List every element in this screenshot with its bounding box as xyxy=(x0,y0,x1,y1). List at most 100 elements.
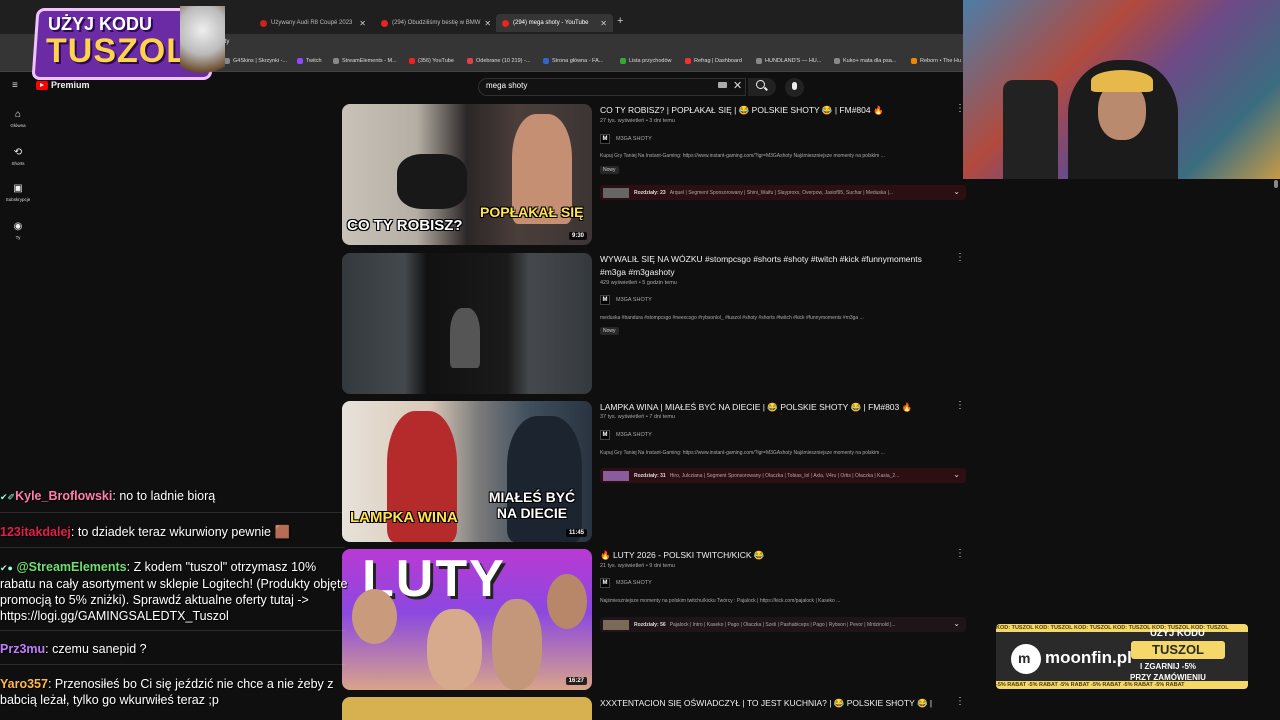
video-title[interactable]: WYWALIŁ SIĘ NA WÓZKU #stompcsgo #shorts … xyxy=(600,253,945,278)
chicken-mascot-icon xyxy=(180,6,225,86)
video-thumbnail[interactable] xyxy=(342,253,592,394)
banner-strip-top: KOD: TUSZOL KOD: TUSZOL KOD: TUSZOL KOD:… xyxy=(996,624,1248,632)
clear-search-icon[interactable]: ✕ xyxy=(733,79,742,92)
thumbnail-text: POPŁAKAŁ SIĘ xyxy=(480,204,584,220)
youtube-favicon xyxy=(502,19,509,27)
chevron-down-icon[interactable]: ⌄ xyxy=(953,187,960,196)
scrollbar-thumb[interactable] xyxy=(1274,180,1278,188)
video-title[interactable]: LAMPKA WINA | MIAŁEŚ BYĆ NA DIECIE | 😂 P… xyxy=(600,401,945,414)
tab-bmw[interactable]: (294) Obudziliśmy bestię w BMW ✕ xyxy=(375,14,493,32)
bookmark-item[interactable]: Lista przychodów xyxy=(620,58,672,64)
chevron-down-icon[interactable]: ⌄ xyxy=(953,470,960,479)
channel-avatar: M xyxy=(600,295,610,305)
chat-username: Prz3mu xyxy=(0,642,46,656)
video-meta: 429 wyświetleń • 5 godzin temu xyxy=(600,280,677,286)
bookmark-icon xyxy=(756,58,762,64)
moonfin-line-1: UŻYJ KODU xyxy=(1150,628,1205,639)
search-value: mega shoty xyxy=(486,81,528,90)
person-figure xyxy=(492,599,542,690)
video-thumbnail[interactable]: LAMPKA WINA MIAŁEŚ BYĆ NA DIECIE 11:45 xyxy=(342,401,592,542)
badge-icon: ✔● xyxy=(0,563,13,573)
close-icon[interactable]: ✕ xyxy=(484,19,491,28)
sidebar-item-shorts[interactable]: ⟲ Shorts xyxy=(4,148,32,167)
bookmark-item[interactable]: Twitch xyxy=(297,58,322,64)
moonfin-name: moonfin.pl xyxy=(1045,648,1132,667)
youtube-logo[interactable]: Premium xyxy=(36,80,90,90)
person-figure xyxy=(450,308,480,368)
chat-divider xyxy=(0,630,345,631)
channel-avatar: M xyxy=(600,134,610,144)
tab-mega-shoty[interactable]: (294) mega shoty - YouTube ✕ xyxy=(496,14,613,32)
chat-divider xyxy=(0,547,345,548)
chapters-count: Rozdziały: 23 xyxy=(634,189,666,196)
moonfin-code: TUSZOL xyxy=(1131,641,1225,659)
microphone-icon xyxy=(792,82,797,90)
chapters-list: Hiro, Julcziana | Segment Sponsorowany |… xyxy=(669,472,900,479)
home-icon: ⌂ xyxy=(14,109,22,120)
new-tab-icon[interactable]: + xyxy=(617,15,623,27)
bookmark-item[interactable]: HUNDLAND'S — HU... xyxy=(756,58,821,64)
person-figure xyxy=(427,609,482,690)
bookmark-item[interactable]: (356) YouTube xyxy=(409,58,454,64)
video-title[interactable]: 🔥 LUTY 2026 - POLSKI TWITCH/KICK 😂 xyxy=(600,549,945,562)
webcam-feed xyxy=(963,0,1280,179)
chapters-bar[interactable]: Rozdziały: 56 Pajalock | Intro | Kaseko … xyxy=(600,617,966,632)
favicon xyxy=(260,19,267,27)
new-badge: Nowy xyxy=(600,327,619,335)
bookmark-item[interactable]: Reborn • The Hu xyxy=(911,58,961,64)
chapters-count: Rozdziały: 31 xyxy=(634,472,666,479)
menu-icon[interactable]: ≡ xyxy=(12,81,22,91)
bookmark-item[interactable]: Strona główna - FA... xyxy=(543,58,603,64)
video-thumbnail[interactable]: LUTY 16:27 xyxy=(342,549,592,690)
bookmark-item[interactable]: Kuko+ mata dla psa... xyxy=(834,58,896,64)
bookmark-item[interactable]: StreamElements - M... xyxy=(333,58,397,64)
tab-audi[interactable]: Używany Audi R8 Coupé 2023 ✕ xyxy=(254,14,372,32)
video-thumbnail[interactable]: CO TY ROBISZ? POPŁAKAŁ SIĘ 9:30 xyxy=(342,104,592,245)
more-options-icon[interactable]: ⋮ xyxy=(955,253,965,263)
promo-line-2: TUSZOL xyxy=(46,32,188,70)
more-options-icon[interactable]: ⋮ xyxy=(955,549,965,559)
chevron-down-icon[interactable]: ⌄ xyxy=(953,619,960,628)
gaming-chair xyxy=(1003,80,1058,179)
bookmark-icon xyxy=(620,58,626,64)
video-title[interactable]: XXXTENTACION SIĘ OŚWIADCZYŁ | TO JEST KU… xyxy=(600,697,945,710)
close-icon[interactable]: ✕ xyxy=(600,19,607,28)
sidebar-item-home[interactable]: ⌂ Główna xyxy=(4,109,32,129)
badge-icon: ✔✐ xyxy=(0,492,16,502)
you-icon: ◉ xyxy=(13,221,23,232)
channel-link[interactable]: M M3GA SHOTY xyxy=(600,578,652,588)
more-options-icon[interactable]: ⋮ xyxy=(955,697,965,707)
banner-strip-bottom: -5% RABAT -5% RABAT -5% RABAT -5% RABAT … xyxy=(996,681,1248,689)
channel-link[interactable]: M M3GA SHOTY xyxy=(600,134,652,144)
video-title[interactable]: CO TY ROBISZ? | POPŁAKAŁ SIĘ | 😂 POLSKIE… xyxy=(600,104,945,117)
tab-label: Używany Audi R8 Coupé 2023 xyxy=(271,20,353,26)
bookmark-icon xyxy=(834,58,840,64)
chapters-bar[interactable]: Rozdziały: 31 Hiro, Julcziana | Segment … xyxy=(600,468,966,483)
video-meta: 37 tys. wyświetleń • 7 dni temu xyxy=(600,414,675,420)
chapters-list: Pajalock | Intro | Kaseko | Pago | Olacz… xyxy=(669,621,896,628)
video-thumbnail[interactable] xyxy=(342,697,592,720)
chat-text: czemu sanepid ? xyxy=(52,642,147,656)
bookmark-icon xyxy=(911,58,917,64)
chat-message: ✔✐Kyle_Broflowski: no to ladnie biorą xyxy=(0,489,216,503)
bookmark-item[interactable]: G4Skins | Skrzynki -... xyxy=(224,58,287,64)
bookmark-item[interactable]: Odebrane (10 219) -... xyxy=(467,58,530,64)
youtube-icon xyxy=(409,58,415,64)
chat-message: ✔● @StreamElements: Z kodem "tuszol" otr… xyxy=(0,560,348,623)
chat-username: 123itakdalej xyxy=(0,525,71,539)
bookmark-icon xyxy=(333,58,339,64)
new-badge: Nowy xyxy=(600,166,619,174)
more-options-icon[interactable]: ⋮ xyxy=(955,401,965,411)
chapter-thumbnail xyxy=(603,470,629,481)
chapters-list: Arquel | Segment Sponsorowany | Shini_Wa… xyxy=(669,189,894,196)
chat-username: Yaro357 xyxy=(0,677,48,691)
keyboard-icon[interactable] xyxy=(718,82,727,88)
chat-divider xyxy=(0,664,345,665)
chapters-bar[interactable]: Rozdziały: 23 Arquel | Segment Sponsorow… xyxy=(600,185,966,200)
channel-link[interactable]: M M3GA SHOTY xyxy=(600,295,652,305)
bookmark-item[interactable]: Refrag | Dashboard xyxy=(685,58,742,64)
close-icon[interactable]: ✕ xyxy=(359,19,366,28)
channel-link[interactable]: M M3GA SHOTY xyxy=(600,430,652,440)
sidebar-item-you[interactable]: ◉ Ty xyxy=(4,221,32,241)
sidebar-item-subscriptions[interactable]: ▣ Subskrypcje xyxy=(4,184,32,203)
